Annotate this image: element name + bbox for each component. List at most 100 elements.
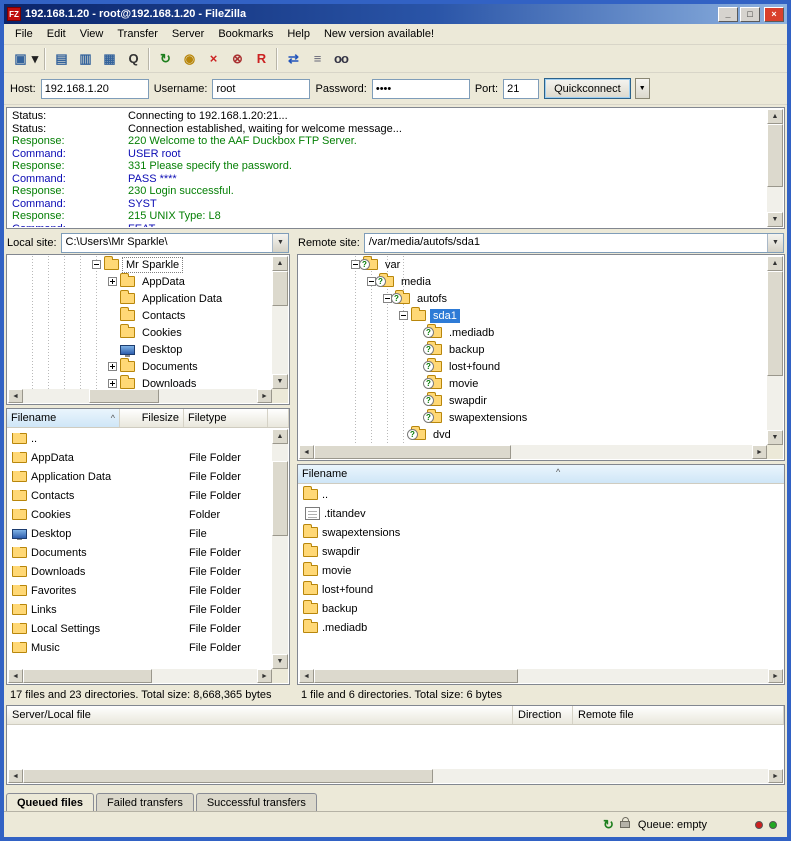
scroll-right-icon[interactable]: ► [257, 389, 272, 403]
remote-file-row[interactable]: lost+found [299, 580, 783, 599]
local-file-row[interactable]: Application Data File Folder [8, 467, 272, 486]
maximize-button[interactable]: □ [740, 7, 760, 22]
local-file-row[interactable]: Downloads File Folder [8, 562, 272, 581]
remote-tree-vscrollbar[interactable]: ▲ ▼ [767, 256, 783, 445]
scroll-left-icon[interactable]: ◄ [8, 389, 23, 403]
scroll-left-icon[interactable]: ◄ [8, 669, 23, 683]
remote-col-filename[interactable]: Filename ^ [298, 465, 784, 484]
scroll-down-icon[interactable]: ▼ [272, 374, 288, 389]
remote-tree-item-backup[interactable]: backup [299, 341, 767, 358]
scroll-up-icon[interactable]: ▲ [767, 109, 783, 124]
scroll-down-icon[interactable]: ▼ [767, 430, 783, 445]
remote-file-row[interactable]: .mediadb [299, 618, 783, 637]
local-file-row[interactable]: Music File Folder [8, 638, 272, 657]
local-file-row[interactable]: AppData File Folder [8, 448, 272, 467]
local-site-dropdown-icon[interactable]: ▼ [272, 234, 288, 252]
local-tree-item-desktop[interactable]: Desktop [8, 341, 272, 358]
scroll-right-icon[interactable]: ► [257, 669, 272, 683]
username-input[interactable] [212, 79, 310, 99]
remote-tree-hscrollbar[interactable]: ◄ ► [299, 445, 767, 459]
local-list-vscrollbar[interactable]: ▲ ▼ [272, 429, 288, 669]
minimize-button[interactable]: _ [718, 7, 738, 22]
remote-file-row[interactable]: movie [299, 561, 783, 580]
expander-icon[interactable] [92, 260, 101, 269]
find-button[interactable]: oo [329, 48, 353, 70]
queue-col-server-local-file[interactable]: Server/Local file [7, 706, 513, 724]
scroll-up-icon[interactable]: ▲ [272, 256, 288, 271]
site-manager-dropdown[interactable]: ▾ [28, 48, 41, 70]
local-file-row[interactable]: Desktop File [8, 524, 272, 543]
remote-list-hscrollbar[interactable]: ◄ ► [299, 669, 783, 683]
queue-col-direction[interactable]: Direction [513, 706, 573, 724]
menu-server[interactable]: Server [165, 25, 211, 43]
remote-file-row[interactable]: backup [299, 599, 783, 618]
scrollbar-thumb[interactable] [767, 124, 783, 187]
scroll-right-icon[interactable]: ► [752, 445, 767, 459]
tab-failed-transfers[interactable]: Failed transfers [96, 793, 194, 811]
toggle-remote-tree-button[interactable]: ▦ [97, 48, 121, 70]
local-file-row[interactable]: Links File Folder [8, 600, 272, 619]
remote-file-row[interactable]: swapdir [299, 542, 783, 561]
password-input[interactable] [372, 79, 470, 99]
toolbar-separator[interactable] [145, 48, 153, 70]
encryption-icon[interactable] [620, 821, 630, 828]
local-file-row[interactable]: Cookies Folder [8, 505, 272, 524]
message-log[interactable]: Status:Connecting to 192.168.1.20:21... … [6, 107, 785, 229]
process-queue-button[interactable]: ◉ [177, 48, 201, 70]
cancel-button[interactable]: × [201, 48, 225, 70]
local-tree-item-application-data[interactable]: Application Data [8, 290, 272, 307]
toggle-local-tree-button[interactable]: ▥ [73, 48, 97, 70]
remote-file-row[interactable]: swapextensions [299, 523, 783, 542]
expander-icon[interactable] [108, 362, 117, 371]
local-tree-item-appdata[interactable]: AppData [8, 273, 272, 290]
scroll-left-icon[interactable]: ◄ [299, 445, 314, 459]
menu-bookmarks[interactable]: Bookmarks [211, 25, 280, 43]
port-input[interactable] [503, 79, 539, 99]
compare-button[interactable]: ⇄ [281, 48, 305, 70]
tab-queued-files[interactable]: Queued files [6, 793, 94, 811]
quickconnect-dropdown-icon[interactable]: ▼ [635, 78, 650, 99]
scroll-up-icon[interactable]: ▲ [767, 256, 783, 271]
remote-tree-item-dvd[interactable]: dvd [299, 426, 767, 443]
local-tree-item-cookies[interactable]: Cookies [8, 324, 272, 341]
expander-icon[interactable] [108, 277, 117, 286]
remote-tree-item-swapextensions[interactable]: swapextensions [299, 409, 767, 426]
local-col-filename[interactable]: Filename ^ [7, 409, 120, 427]
local-col-filesize[interactable]: Filesize [120, 409, 184, 427]
quickconnect-button[interactable]: Quickconnect [544, 78, 631, 99]
local-site-combo[interactable]: C:\Users\Mr Sparkle\ ▼ [61, 233, 289, 253]
remote-tree-item-lost-found[interactable]: lost+found [299, 358, 767, 375]
menu-transfer[interactable]: Transfer [110, 25, 165, 43]
remote-file-row[interactable]: .. [299, 485, 783, 504]
local-tree-item-documents[interactable]: Documents [8, 358, 272, 375]
scroll-left-icon[interactable]: ◄ [8, 769, 23, 783]
scroll-right-icon[interactable]: ► [768, 669, 783, 683]
remote-file-row[interactable]: .titandev [299, 504, 783, 523]
reconnect-button[interactable]: R [249, 48, 273, 70]
local-file-row[interactable]: Documents File Folder [8, 543, 272, 562]
refresh-button[interactable]: ↻ [153, 48, 177, 70]
speed-limit-icon[interactable]: ↻ [603, 818, 614, 831]
local-tree-vscrollbar[interactable]: ▲ ▼ [272, 256, 288, 389]
remote-tree-item-swapdir[interactable]: swapdir [299, 392, 767, 409]
close-button[interactable]: × [764, 7, 784, 22]
remote-site-dropdown-icon[interactable]: ▼ [767, 234, 783, 252]
local-tree-hscrollbar[interactable]: ◄ ► [8, 389, 272, 403]
scroll-left-icon[interactable]: ◄ [299, 669, 314, 683]
scroll-up-icon[interactable]: ▲ [272, 429, 288, 444]
toolbar-separator[interactable] [273, 48, 281, 70]
remote-tree-item-movie[interactable]: movie [299, 375, 767, 392]
toggle-queue-button[interactable]: Q [121, 48, 145, 70]
scroll-down-icon[interactable]: ▼ [272, 654, 288, 669]
scroll-down-icon[interactable]: ▼ [767, 212, 783, 227]
log-scrollbar[interactable]: ▲ ▼ [767, 109, 783, 227]
queue-hscrollbar[interactable]: ◄ ► [8, 769, 783, 783]
local-file-row[interactable]: Contacts File Folder [8, 486, 272, 505]
local-tree-item-downloads[interactable]: Downloads [8, 375, 272, 389]
local-tree-item-mr-sparkle[interactable]: Mr Sparkle [8, 256, 272, 273]
local-file-row[interactable]: Favorites File Folder [8, 581, 272, 600]
remote-tree-item-var[interactable]: var [299, 256, 767, 273]
remote-site-combo[interactable]: /var/media/autofs/sda1 ▼ [364, 233, 784, 253]
local-col-filetype[interactable]: Filetype [184, 409, 268, 427]
menu-new-version[interactable]: New version available! [317, 25, 441, 43]
